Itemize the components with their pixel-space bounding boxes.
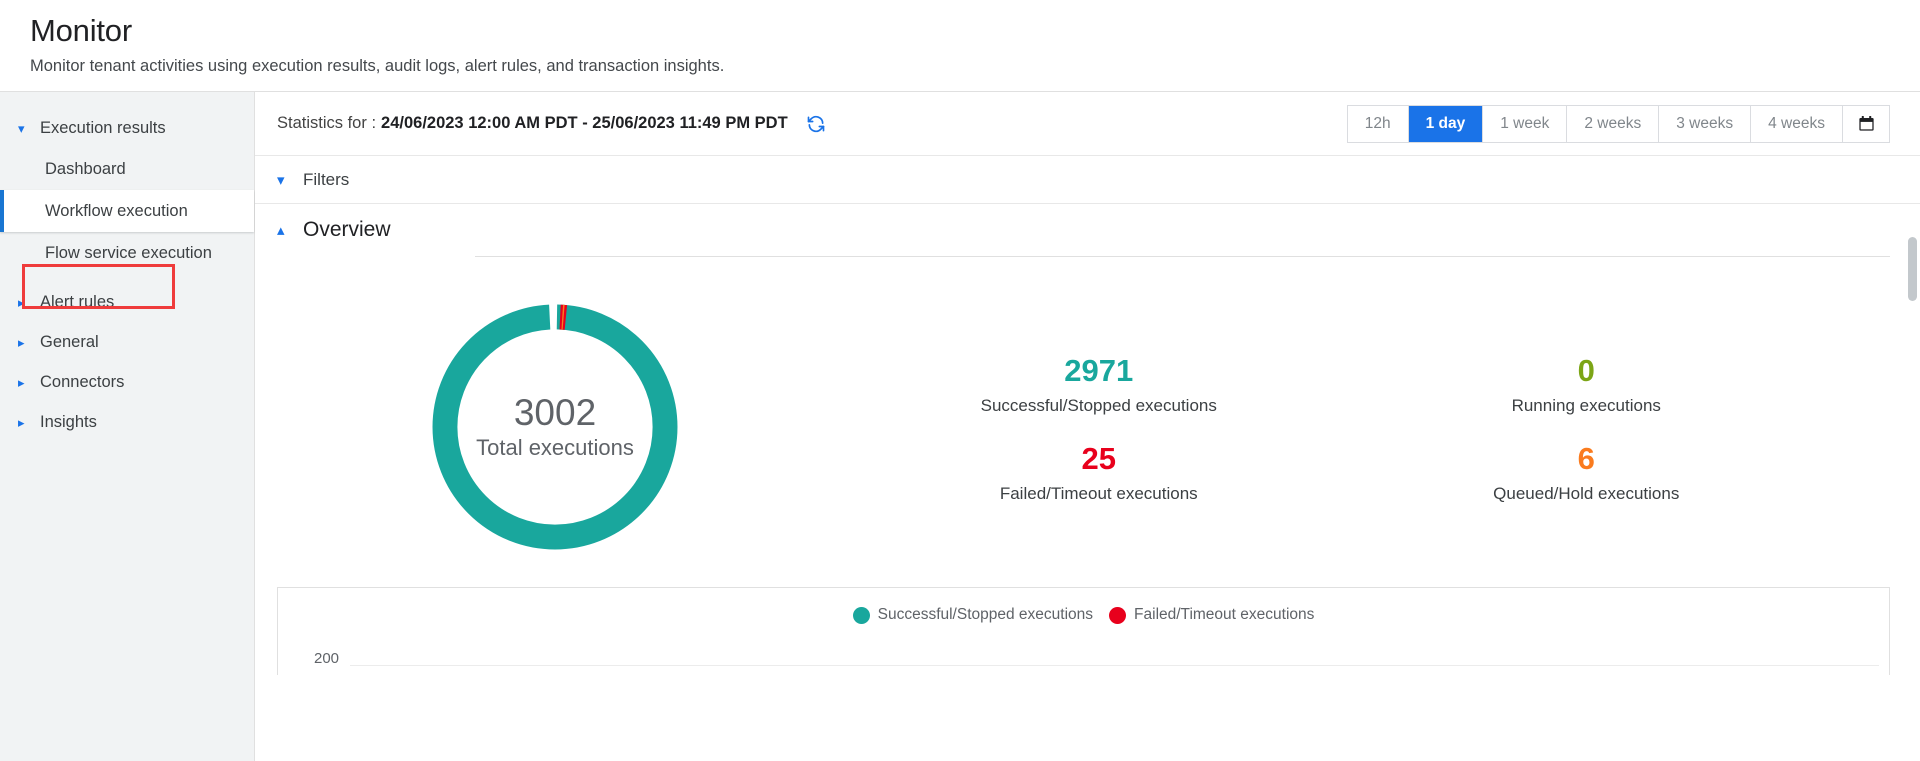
- sidebar-item-label: Flow service execution: [45, 243, 212, 262]
- stat-value: 6: [1577, 441, 1595, 476]
- range-button-12h[interactable]: 12h: [1347, 105, 1409, 142]
- sidebar-group-label: Alert rules: [40, 292, 115, 311]
- chart-legend: Successful/Stopped executions Failed/Tim…: [278, 588, 1889, 624]
- stat-value: 2971: [1064, 353, 1134, 388]
- execution-stats-grid: 2971 Successful/Stopped executions 0 Run…: [855, 348, 1920, 506]
- stat-caption: Queued/Hold executions: [1493, 484, 1680, 503]
- legend-item-failed[interactable]: Failed/Timeout executions: [1109, 606, 1314, 624]
- body-wrapper: ▾ Execution results Dashboard Workflow e…: [0, 92, 1920, 761]
- total-executions-caption: Total executions: [476, 435, 634, 460]
- stat-caption: Running executions: [1511, 396, 1661, 415]
- y-axis-gridline: [350, 665, 1879, 666]
- donut-center-label: 3002 Total executions: [425, 392, 685, 462]
- range-button-1-day[interactable]: 1 day: [1408, 105, 1484, 142]
- scrollbar-thumb[interactable]: [1908, 237, 1917, 301]
- statistics-toolbar: Statistics for : 24/06/2023 12:00 AM PDT…: [255, 92, 1920, 156]
- sidebar-group-label: General: [40, 332, 99, 351]
- range-button-4-weeks[interactable]: 4 weeks: [1751, 105, 1843, 142]
- sidebar-group-connectors[interactable]: ▸ Connectors: [0, 362, 254, 402]
- stat-successful-stopped: 2971 Successful/Stopped executions: [855, 348, 1343, 418]
- total-executions-value: 3002: [513, 392, 597, 433]
- chevron-right-icon: ▸: [18, 374, 25, 390]
- chevron-right-icon: ▸: [18, 414, 25, 430]
- statistics-label: Statistics for :: [277, 114, 377, 132]
- legend-item-successful[interactable]: Successful/Stopped executions: [852, 606, 1094, 624]
- statistics-date-range: 24/06/2023 12:00 AM PDT - 25/06/2023 11:…: [381, 114, 788, 132]
- legend-label: Successful/Stopped executions: [877, 606, 1094, 623]
- page-header: Monitor Monitor tenant activities using …: [0, 0, 1920, 92]
- sidebar-group-label: Insights: [40, 412, 97, 431]
- filters-section-header[interactable]: ▾ Filters: [255, 156, 1920, 204]
- sidebar-item-dashboard[interactable]: Dashboard: [0, 148, 254, 190]
- overview-section-header[interactable]: ▴ Overview: [255, 204, 1920, 256]
- sidebar-group-label: Execution results: [40, 118, 166, 137]
- stat-failed-timeout: 25 Failed/Timeout executions: [855, 436, 1343, 506]
- range-button-3-weeks[interactable]: 3 weeks: [1659, 105, 1752, 142]
- page-subtitle: Monitor tenant activities using executio…: [30, 57, 725, 75]
- sidebar-group-execution-results[interactable]: ▾ Execution results: [0, 108, 254, 148]
- range-button-2-weeks[interactable]: 2 weeks: [1567, 105, 1660, 142]
- sidebar-item-workflow-execution[interactable]: Workflow execution: [0, 190, 254, 232]
- sidebar-group-general[interactable]: ▸ General: [0, 322, 254, 362]
- legend-color-swatch: [1109, 606, 1127, 624]
- chevron-down-icon: ▾: [18, 120, 25, 136]
- sidebar-item-flow-service-execution[interactable]: Flow service execution: [0, 232, 254, 274]
- stat-value: 25: [1081, 441, 1116, 476]
- chevron-up-icon: ▴: [277, 222, 285, 239]
- chevron-right-icon: ▸: [18, 294, 25, 310]
- stat-value: 0: [1577, 353, 1595, 388]
- stat-caption: Failed/Timeout executions: [999, 484, 1198, 503]
- legend-label: Failed/Timeout executions: [1134, 606, 1315, 623]
- refresh-icon[interactable]: [805, 113, 827, 135]
- stat-running: 0 Running executions: [1343, 348, 1831, 418]
- stat-caption: Successful/Stopped executions: [980, 396, 1217, 415]
- calendar-icon[interactable]: [1843, 105, 1889, 142]
- sidebar-group-insights[interactable]: ▸ Insights: [0, 402, 254, 442]
- time-range-selector: 12h 1 day 1 week 2 weeks 3 weeks 4 weeks: [1346, 104, 1890, 143]
- overview-title: Overview: [303, 218, 391, 241]
- stat-queued-hold: 6 Queued/Hold executions: [1343, 436, 1831, 506]
- legend-color-swatch: [852, 606, 870, 624]
- sidebar-group-alert-rules[interactable]: ▸ Alert rules: [0, 282, 254, 322]
- executions-donut-chart: 3002 Total executions: [255, 296, 855, 558]
- vertical-scrollbar[interactable]: [1906, 92, 1920, 761]
- y-axis-tick-label: 200: [314, 650, 340, 667]
- executions-timeseries-card: Successful/Stopped executions Failed/Tim…: [277, 587, 1890, 675]
- main-content: Statistics for : 24/06/2023 12:00 AM PDT…: [255, 92, 1920, 761]
- sidebar-item-label: Dashboard: [45, 159, 126, 178]
- chevron-right-icon: ▸: [18, 334, 25, 350]
- filters-title: Filters: [303, 169, 350, 189]
- chevron-down-icon: ▾: [277, 171, 285, 189]
- sidebar: ▾ Execution results Dashboard Workflow e…: [0, 92, 255, 761]
- sidebar-item-label: Workflow execution: [45, 201, 188, 220]
- range-button-1-week[interactable]: 1 week: [1483, 105, 1568, 142]
- page-title: Monitor: [30, 13, 132, 48]
- sidebar-group-label: Connectors: [40, 372, 125, 391]
- overview-body: 3002 Total executions 2971 Successful/St…: [255, 257, 1920, 587]
